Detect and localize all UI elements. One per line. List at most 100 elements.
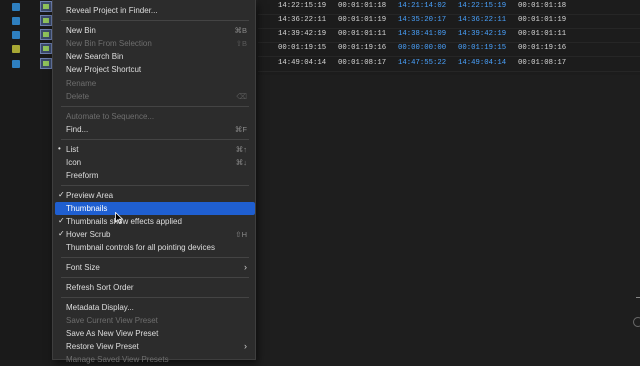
menu-item-rename: Rename <box>55 77 255 90</box>
table-row[interactable]: 14:49:04:14 00:01:08:17 14:47:55:22 14:4… <box>258 57 640 72</box>
menu-item-label: Rename <box>66 79 97 88</box>
menu-item-new-bin-from-selection: New Bin From Selection ⇧B <box>55 37 255 50</box>
checkmark-icon: ✓ <box>58 190 65 199</box>
menu-separator <box>61 257 249 258</box>
menu-item-label: Restore View Preset <box>66 342 139 351</box>
menu-item-save-as-new-view-preset[interactable]: Save As New View Preset <box>55 327 255 340</box>
sequence-icon <box>40 1 52 12</box>
table-row[interactable]: 00:01:19:15 00:01:19:16 00:00:00:00 00:0… <box>258 42 640 57</box>
menu-item-find[interactable]: Find... ⌘F <box>55 123 255 136</box>
menu-item-label: Save As New View Preset <box>66 329 159 338</box>
video-in-point-cell[interactable]: 14:21:14:02 <box>398 2 446 10</box>
video-in-point-cell[interactable]: 14:38:41:09 <box>398 30 446 38</box>
table-row[interactable]: 14:36:22:11 00:01:01:19 14:35:20:17 14:3… <box>258 14 640 29</box>
radio-bullet-icon: • <box>58 144 61 153</box>
list-item[interactable] <box>0 0 56 14</box>
media-duration-cell: 00:01:01:18 <box>338 2 387 10</box>
menu-item-freeform[interactable]: Freeform <box>55 169 255 182</box>
menu-item-label: Save Current View Preset <box>66 316 158 325</box>
media-end-cell: 14:22:15:19 <box>278 2 327 10</box>
menu-item-automate-to-sequence: Automate to Sequence... <box>55 110 255 123</box>
sequence-icon <box>40 15 52 26</box>
list-item[interactable] <box>0 57 56 71</box>
menu-separator <box>61 106 249 107</box>
menu-item-preview-area[interactable]: ✓ Preview Area <box>55 189 255 202</box>
menu-item-thumbnails[interactable]: Thumbnails <box>55 202 255 215</box>
video-duration-cell: 00:01:01:19 <box>518 16 567 24</box>
project-table: 14:22:15:19 00:01:01:18 14:21:14:02 14:2… <box>258 0 640 75</box>
list-item[interactable] <box>0 42 56 56</box>
label-color-swatch[interactable] <box>12 3 20 11</box>
menu-item-label: Delete <box>66 92 90 101</box>
table-row[interactable]: 14:39:42:19 00:01:01:11 14:38:41:09 14:3… <box>258 28 640 43</box>
menu-separator <box>61 139 249 140</box>
shortcut-label: ⌘↑ <box>235 145 247 154</box>
media-duration-cell: 00:01:01:11 <box>338 30 387 38</box>
project-panel-context-menu: Reveal Project in Finder... New Bin ⌘B Ne… <box>52 0 256 364</box>
submenu-arrow-icon: › <box>244 341 247 351</box>
menu-item-restore-view-preset[interactable]: Restore View Preset › <box>55 340 255 353</box>
audio-clip-icon <box>40 43 52 54</box>
menu-item-list[interactable]: • List ⌘↑ <box>55 143 255 156</box>
menu-item-hover-scrub[interactable]: ✓ Hover Scrub ⇧H <box>55 228 255 241</box>
list-item[interactable] <box>0 14 56 28</box>
menu-item-label: Freeform <box>66 171 99 180</box>
menu-item-font-size[interactable]: Font Size › <box>55 261 255 274</box>
list-item[interactable] <box>0 28 56 42</box>
media-duration-cell: 00:01:01:19 <box>338 16 387 24</box>
label-color-swatch[interactable] <box>12 31 20 39</box>
video-out-point-cell[interactable]: 14:49:04:14 <box>458 59 506 67</box>
shortcut-label: ⌘F <box>234 125 247 134</box>
label-color-swatch[interactable] <box>12 60 20 68</box>
video-out-point-cell[interactable]: 14:39:42:19 <box>458 30 506 38</box>
video-in-point-cell[interactable]: 14:47:55:22 <box>398 59 446 67</box>
video-out-point-cell[interactable]: 14:22:15:19 <box>458 2 506 10</box>
menu-item-thumbnail-controls[interactable]: Thumbnail controls for all pointing devi… <box>55 241 255 254</box>
menu-item-reveal-project[interactable]: Reveal Project in Finder... <box>55 4 255 17</box>
menu-item-new-project-shortcut[interactable]: New Project Shortcut <box>55 63 255 76</box>
menu-item-label: Thumbnails <box>66 204 108 213</box>
menu-item-label: New Search Bin <box>66 52 124 61</box>
table-row[interactable]: 14:22:15:19 00:01:01:18 14:21:14:02 14:2… <box>258 0 640 15</box>
menu-item-label: Automate to Sequence... <box>66 112 155 121</box>
menu-item-save-current-view-preset: Save Current View Preset <box>55 314 255 327</box>
video-out-point-cell[interactable]: 14:36:22:11 <box>458 16 506 24</box>
shortcut-label: ⇧B <box>235 39 247 48</box>
video-out-point-cell[interactable]: 00:01:19:15 <box>458 44 506 52</box>
video-duration-cell: 00:01:01:18 <box>518 2 567 10</box>
media-end-cell: 14:39:42:19 <box>278 30 327 38</box>
video-in-point-cell[interactable]: 00:00:00:00 <box>398 44 446 52</box>
menu-item-new-search-bin[interactable]: New Search Bin <box>55 50 255 63</box>
sequence-icon <box>40 58 52 69</box>
label-color-swatch[interactable] <box>12 45 20 53</box>
menu-separator <box>61 277 249 278</box>
shortcut-label: ⌘B <box>234 26 247 35</box>
menu-item-refresh-sort-order[interactable]: Refresh Sort Order <box>55 281 255 294</box>
media-end-cell: 14:36:22:11 <box>278 16 327 24</box>
submenu-arrow-icon: › <box>244 262 247 272</box>
video-in-point-cell[interactable]: 14:35:20:17 <box>398 16 446 24</box>
menu-item-metadata-display[interactable]: Metadata Display... <box>55 301 255 314</box>
video-duration-cell: 00:01:19:16 <box>518 44 567 52</box>
zoom-slider-mark <box>636 297 640 298</box>
menu-item-icon[interactable]: Icon ⌘↓ <box>55 156 255 169</box>
menu-item-label: Find... <box>66 125 89 134</box>
shortcut-label: ⌘↓ <box>235 158 247 167</box>
menu-item-label: Thumbnail controls for all pointing devi… <box>66 243 215 252</box>
checkmark-icon: ✓ <box>58 216 65 225</box>
shortcut-label: ⇧H <box>235 230 247 239</box>
checkmark-icon: ✓ <box>58 229 65 238</box>
media-end-cell: 14:49:04:14 <box>278 59 327 67</box>
label-color-swatch[interactable] <box>12 17 20 25</box>
menu-item-thumbnails-show-effects[interactable]: ✓ Thumbnails show effects applied <box>55 215 255 228</box>
menu-separator <box>61 185 249 186</box>
menu-item-label: Font Size <box>66 263 100 272</box>
menu-item-label: Preview Area <box>66 191 114 200</box>
menu-item-label: Hover Scrub <box>66 230 111 239</box>
sequence-icon <box>40 29 52 40</box>
menu-item-label: Metadata Display... <box>66 303 134 312</box>
menu-item-new-bin[interactable]: New Bin ⌘B <box>55 24 255 37</box>
menu-item-label: Thumbnails show effects applied <box>66 217 182 226</box>
zoom-slider-handle[interactable] <box>633 317 640 327</box>
media-duration-cell: 00:01:19:16 <box>338 44 387 52</box>
